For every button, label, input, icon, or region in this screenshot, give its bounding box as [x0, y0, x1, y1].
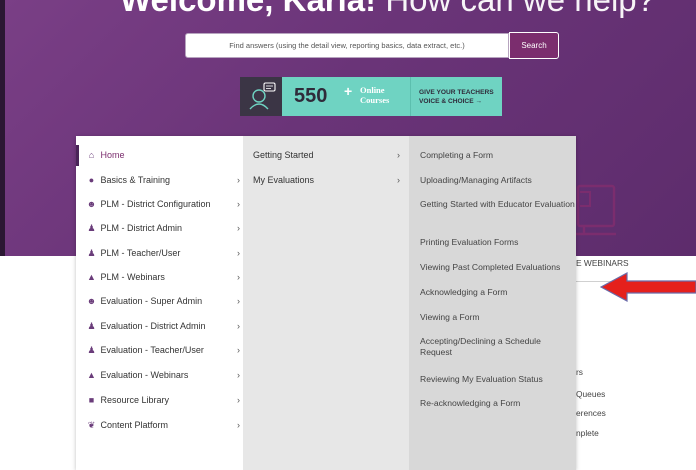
help-prompt: How can we help?: [385, 0, 655, 18]
chevron-right-icon: ›: [237, 199, 240, 209]
chevron-right-icon: ›: [237, 370, 240, 380]
menu-item-evaluation-webinars[interactable]: ▲ Evaluation - Webinars ›: [85, 366, 243, 384]
menu-item-basics-training[interactable]: ● Basics & Training ›: [85, 171, 243, 189]
graduation-cap-icon: ▲: [87, 272, 96, 282]
cta-line-1: GIVE YOUR TEACHERS: [419, 89, 494, 96]
menu-item-label: Basics & Training: [100, 175, 171, 185]
search-input[interactable]: Find answers (using the detail view, rep…: [185, 33, 509, 58]
circle-icon: ●: [88, 175, 95, 185]
online-word: Online: [360, 85, 385, 95]
submenu-item-label: Getting Started: [253, 150, 314, 160]
course-count-panel: 550 + Online Courses: [282, 77, 410, 116]
help-page: Welcome, Karla! How can we help? Find an…: [0, 0, 696, 470]
chevron-right-icon: ›: [237, 296, 240, 306]
menu-item-plm-district-configuration[interactable]: ☻ PLM - District Configuration ›: [85, 195, 243, 213]
detail-item[interactable]: Acknowledging a Form: [420, 287, 575, 298]
page-title: Welcome, Karla! How can we help?: [120, 0, 680, 18]
user-tie-icon: ♟: [87, 321, 96, 331]
menu-item-label: Resource Library: [100, 395, 170, 405]
chevron-right-icon: ›: [237, 395, 240, 405]
detail-item[interactable]: Getting Started with Educator Evaluation: [420, 199, 575, 210]
detail-item[interactable]: Re-acknowledging a Form: [420, 398, 575, 409]
course-count: 550: [294, 85, 328, 107]
chevron-right-icon: ›: [237, 272, 240, 282]
chevron-right-icon: ›: [237, 248, 240, 258]
user-gear-icon: ☻: [86, 296, 97, 306]
user-icon: ♟: [87, 345, 96, 355]
chevron-right-icon: ›: [237, 420, 240, 430]
menu-item-label: PLM - District Admin: [100, 223, 183, 233]
cta-line-2: VOICE & CHOICE →: [419, 98, 483, 105]
user-tie-icon: ♟: [87, 223, 96, 233]
chevron-right-icon: ›: [397, 150, 400, 160]
left-edge-bar: [0, 0, 5, 256]
voice-choice-cta[interactable]: GIVE YOUR TEACHERS VOICE & CHOICE →: [410, 77, 502, 116]
menu-column-detail: [409, 136, 576, 470]
user-gear-icon: ☻: [86, 199, 97, 209]
menu-item-label: Evaluation - District Admin: [100, 321, 206, 331]
menu-item-home[interactable]: ⌂ Home: [85, 146, 243, 164]
chevron-right-icon: ›: [237, 321, 240, 331]
teacher-chat-icon: [240, 77, 282, 116]
detail-item[interactable]: Viewing Past Completed Evaluations: [420, 262, 575, 273]
menu-item-resource-library[interactable]: ■ Resource Library ›: [85, 391, 243, 409]
detail-item[interactable]: Reviewing My Evaluation Status: [420, 374, 575, 385]
library-icon: ■: [88, 395, 95, 405]
search-button[interactable]: Search: [509, 32, 559, 59]
menu-item-label: Content Platform: [100, 420, 169, 430]
webinars-partial[interactable]: E WEBINARS: [576, 258, 629, 268]
user-icon: ♟: [87, 248, 96, 258]
menu-item-label: PLM - Teacher/User: [100, 248, 181, 258]
detail-item[interactable]: Uploading/Managing Artifacts: [420, 175, 575, 186]
online-courses-banner[interactable]: 550 + Online Courses GIVE YOUR TEACHERS …: [240, 77, 502, 116]
submenu-item-my-evaluations[interactable]: My Evaluations ›: [253, 171, 409, 189]
menu-item-plm-teacher-user[interactable]: ♟ PLM - Teacher/User ›: [85, 244, 243, 262]
menu-item-evaluation-teacher-user[interactable]: ♟ Evaluation - Teacher/User ›: [85, 341, 243, 359]
chevron-right-icon: ›: [237, 175, 240, 185]
menu-item-label: Home: [100, 150, 125, 160]
graduation-cap-icon: ▲: [87, 370, 96, 380]
menu-item-label: PLM - Webinars: [100, 272, 165, 282]
menu-item-label: PLM - District Configuration: [100, 199, 211, 209]
chevron-right-icon: ›: [237, 223, 240, 233]
partial-text-3[interactable]: erences: [576, 408, 606, 418]
menu-item-plm-district-admin[interactable]: ♟ PLM - District Admin ›: [85, 219, 243, 237]
menu-item-content-platform[interactable]: ❦ Content Platform ›: [85, 416, 243, 434]
submenu-item-label: My Evaluations: [253, 175, 315, 185]
monitor-icon: [576, 184, 616, 236]
detail-item[interactable]: Accepting/Declining a Schedule Request: [420, 336, 575, 358]
detail-item[interactable]: Viewing a Form: [420, 312, 575, 323]
menu-item-label: Evaluation - Super Admin: [100, 296, 203, 306]
menu-item-label: Evaluation - Teacher/User: [100, 345, 204, 355]
courses-word: Courses: [360, 95, 390, 105]
menu-item-evaluation-super-admin[interactable]: ☻ Evaluation - Super Admin ›: [85, 292, 243, 310]
leaf-icon: ❦: [87, 420, 96, 430]
home-icon: ⌂: [88, 150, 95, 160]
partial-text-1[interactable]: rs: [576, 367, 583, 377]
partial-text-2[interactable]: Queues: [576, 389, 605, 399]
menu-item-evaluation-district-admin[interactable]: ♟ Evaluation - District Admin ›: [85, 317, 243, 335]
menu-item-plm-webinars[interactable]: ▲ PLM - Webinars ›: [85, 268, 243, 286]
menu-item-label: Evaluation - Webinars: [100, 370, 189, 380]
active-indicator: [76, 145, 79, 166]
submenu-item-getting-started[interactable]: Getting Started ›: [253, 146, 409, 164]
detail-item[interactable]: Printing Evaluation Forms: [420, 237, 575, 248]
detail-item[interactable]: Completing a Form: [420, 150, 575, 161]
red-arrow-annotation: [600, 272, 696, 302]
chevron-right-icon: ›: [397, 175, 400, 185]
partial-text-4[interactable]: nplete: [576, 428, 599, 438]
online-courses-label: Online Courses: [360, 85, 410, 105]
plus-sign: +: [344, 83, 353, 99]
chevron-right-icon: ›: [237, 345, 240, 355]
welcome-text: Welcome, Karla!: [120, 0, 376, 18]
